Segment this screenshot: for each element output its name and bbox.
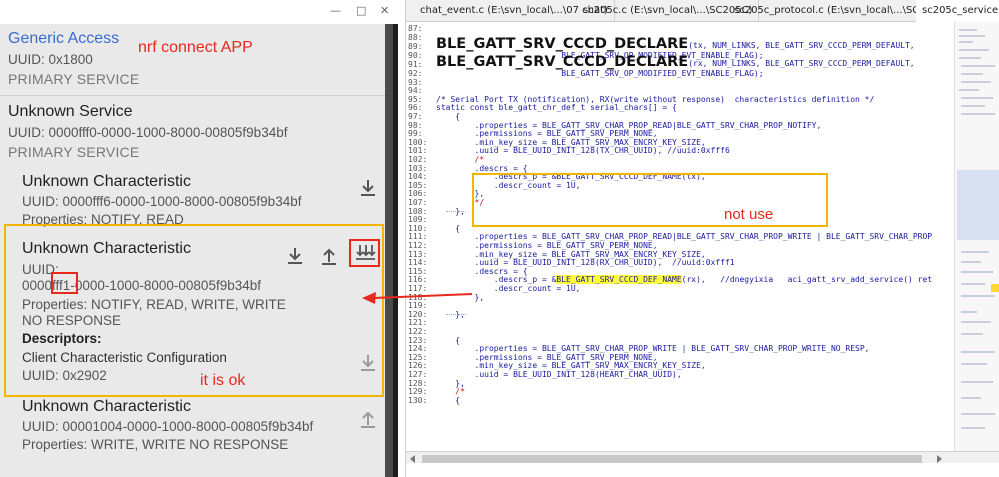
uuid-prefix: 0000 bbox=[22, 278, 53, 293]
descriptor-uuid: UUID: 0x2902 bbox=[22, 368, 107, 383]
not-use-annotation: not use bbox=[724, 206, 774, 223]
code-line: BLE_GATT_SRV_OP_MODIFIED_EVT_ENABLE_FLAG… bbox=[436, 69, 764, 78]
code-line: .uuid = BLE_UUID_INIT_128(HEART_CHAR_UUI… bbox=[436, 370, 682, 379]
char3-uuid: UUID: 00001004-0000-1000-8000-00805f9b34… bbox=[22, 419, 314, 434]
app-annotation: nrf connect APP bbox=[138, 39, 253, 56]
unknown-service-type: PRIMARY SERVICE bbox=[8, 144, 140, 160]
line-number: 130: bbox=[408, 395, 428, 405]
write-upload-icon[interactable] bbox=[357, 408, 379, 430]
code-line: static const ble_gatt_chr_def_t serial_c… bbox=[436, 103, 677, 113]
window-title-bar: — □ ✕ bbox=[0, 0, 398, 24]
read-download-icon[interactable] bbox=[357, 177, 379, 199]
generic-access-uuid: UUID: 0x1800 bbox=[8, 52, 93, 67]
minimize-button[interactable]: — bbox=[330, 4, 341, 17]
not-use-highlight-box bbox=[472, 173, 828, 227]
descriptor-name[interactable]: Client Characteristic Configuration bbox=[22, 350, 227, 365]
block-separator bbox=[446, 210, 466, 212]
red-arrow-icon bbox=[362, 292, 473, 304]
restore-button[interactable]: □ bbox=[356, 4, 366, 17]
line-number: 90: bbox=[408, 50, 423, 60]
uuid-suffix: -0000-1000-8000-00805f9b34bf bbox=[70, 278, 261, 293]
code-minimap[interactable] bbox=[954, 22, 999, 462]
unknown-service-uuid: UUID: 0000fff0-0000-1000-8000-00805f9b34… bbox=[8, 125, 288, 140]
char2-properties-line2: NO RESPONSE bbox=[22, 313, 122, 328]
generic-access-type: PRIMARY SERVICE bbox=[8, 71, 140, 87]
close-button[interactable]: ✕ bbox=[380, 4, 389, 17]
macro-args: (rx, NUM_LINKS, BLE_GATT_SRV_CCCD_PERM_D… bbox=[688, 59, 915, 69]
horizontal-scrollbar[interactable] bbox=[406, 451, 999, 463]
tab-sc205c-service[interactable]: sc205c_service.c (E:\sv bbox=[916, 0, 999, 22]
read-download-icon[interactable] bbox=[284, 245, 306, 267]
line-number: 88: bbox=[408, 32, 423, 42]
code-segment: (rx), //dnegyixia aci_gatt_srv_add_servi… bbox=[681, 275, 933, 285]
line-number-gutter: 87: 88: 89: 90: 91: 92: 93: 94: 95: 96: 97: 98: 99: 1… bbox=[406, 22, 436, 462]
editor-tab-bar: chat_event.c (E:\svn_local\...\07 chat) … bbox=[406, 0, 999, 22]
status-strip bbox=[406, 463, 999, 477]
descriptor-download-icon[interactable] bbox=[357, 352, 379, 374]
generic-access-title[interactable]: Generic Access bbox=[8, 30, 119, 48]
code-editor: chat_event.c (E:\svn_local\...\07 chat) … bbox=[405, 0, 999, 477]
code-line: { bbox=[436, 395, 461, 405]
divider bbox=[0, 95, 385, 96]
write-upload-icon[interactable] bbox=[318, 245, 340, 267]
macro-args: (tx, NUM_LINKS, BLE_GATT_SRV_CCCD_PERM_D… bbox=[688, 41, 915, 51]
uuid-highlight-box bbox=[51, 272, 78, 294]
code-area[interactable]: BLE_GATT_SRV_CCCD_DECLARE(tx, NUM_LINKS,… bbox=[436, 22, 952, 462]
char2-properties-line1: Properties: NOTIFY, READ, WRITE, WRITE bbox=[22, 297, 286, 312]
char2-title[interactable]: Unknown Characteristic bbox=[22, 240, 191, 258]
char3-title[interactable]: Unknown Characteristic bbox=[22, 398, 191, 416]
char1-uuid: UUID: 0000fff6-0000-1000-8000-00805f9b34… bbox=[22, 194, 302, 209]
notify-toggle-icon[interactable] bbox=[354, 242, 376, 264]
code-line: BLE_GATT_SRV_CCCD_DECLARE(tx, NUM_LINKS,… bbox=[436, 36, 915, 52]
ok-annotation: it is ok bbox=[200, 372, 246, 389]
macro-name: BLE_GATT_SRV_CCCD_DECLARE bbox=[436, 54, 689, 71]
descriptors-label: Descriptors: bbox=[22, 331, 102, 346]
unknown-service-title[interactable]: Unknown Service bbox=[8, 103, 133, 121]
macro-name: BLE_GATT_SRV_CCCD_DECLARE bbox=[436, 36, 689, 53]
block-separator bbox=[446, 313, 466, 315]
phone-screenshot: — □ ✕ Generic Access UUID: 0x1800 PRIMAR… bbox=[0, 0, 398, 477]
phone-bezel-dark bbox=[393, 24, 398, 477]
char1-title[interactable]: Unknown Characteristic bbox=[22, 173, 191, 191]
code-line: BLE_GATT_SRV_CCCD_DECLARE(rx, NUM_LINKS,… bbox=[436, 54, 915, 70]
char3-properties: Properties: WRITE, WRITE NO RESPONSE bbox=[22, 437, 289, 452]
